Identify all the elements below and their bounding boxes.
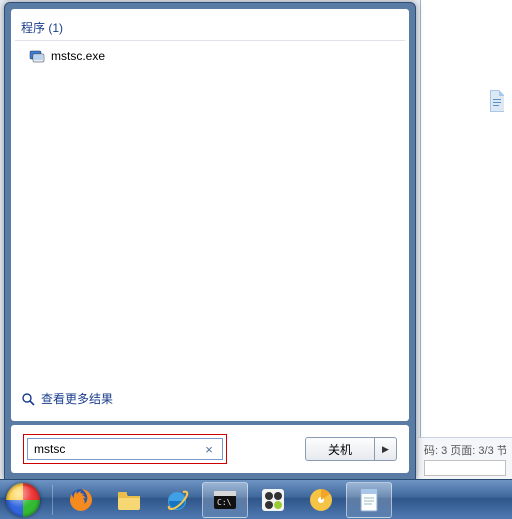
document-icon	[488, 90, 506, 112]
start-button[interactable]	[2, 482, 44, 518]
background-statusbar: 码: 3 页面: 3/3 节	[418, 437, 512, 479]
chevron-right-icon: ▶	[382, 444, 389, 455]
results-category-header: 程序 (1)	[11, 15, 409, 38]
firefox-icon	[67, 486, 95, 514]
taskbar-firefox[interactable]	[58, 482, 104, 518]
status-box	[424, 460, 506, 476]
clear-search-icon[interactable]: ×	[202, 442, 216, 456]
start-menu: 程序 (1) mstsc.exe 查看更多结果 × 关机 ▶	[4, 2, 416, 480]
taskbar-ie[interactable]	[154, 482, 200, 518]
see-more-results-link[interactable]: 查看更多结果	[11, 382, 409, 415]
taskbar-explorer[interactable]	[106, 482, 152, 518]
windows-logo-icon	[6, 483, 40, 517]
taskbar-disc-app[interactable]	[298, 482, 344, 518]
folder-icon	[115, 486, 143, 514]
search-results-pane: 程序 (1) mstsc.exe 查看更多结果	[11, 9, 409, 421]
terminal-icon: C:\	[211, 486, 239, 514]
start-menu-bottom-row: × 关机 ▶	[11, 425, 409, 473]
shutdown-button[interactable]: 关机	[305, 437, 375, 461]
shutdown-split-button: 关机 ▶	[305, 437, 397, 461]
taskbar-notepad[interactable]	[346, 482, 392, 518]
taskbar-cmd[interactable]: C:\	[202, 482, 248, 518]
puzzle-icon	[259, 486, 287, 514]
ie-icon	[163, 486, 191, 514]
disc-icon	[307, 486, 335, 514]
svg-text:C:\: C:\	[217, 498, 232, 507]
shutdown-menu-button[interactable]: ▶	[375, 437, 397, 461]
search-input[interactable]	[27, 438, 223, 460]
taskbar: C:\	[0, 479, 512, 519]
shutdown-label: 关机	[328, 441, 352, 458]
notepad-icon	[355, 486, 383, 514]
search-box-highlight: ×	[23, 434, 227, 464]
see-more-results-label: 查看更多结果	[41, 390, 113, 407]
status-text: 码: 3 页面: 3/3 节	[424, 442, 506, 458]
rdc-icon	[29, 48, 45, 64]
result-item-label: mstsc.exe	[51, 49, 105, 63]
taskbar-separator	[52, 485, 53, 515]
search-icon	[21, 392, 35, 406]
taskbar-misc-app[interactable]	[250, 482, 296, 518]
background-window	[420, 0, 512, 479]
divider	[15, 40, 405, 41]
result-item-mstsc[interactable]: mstsc.exe	[11, 45, 409, 67]
